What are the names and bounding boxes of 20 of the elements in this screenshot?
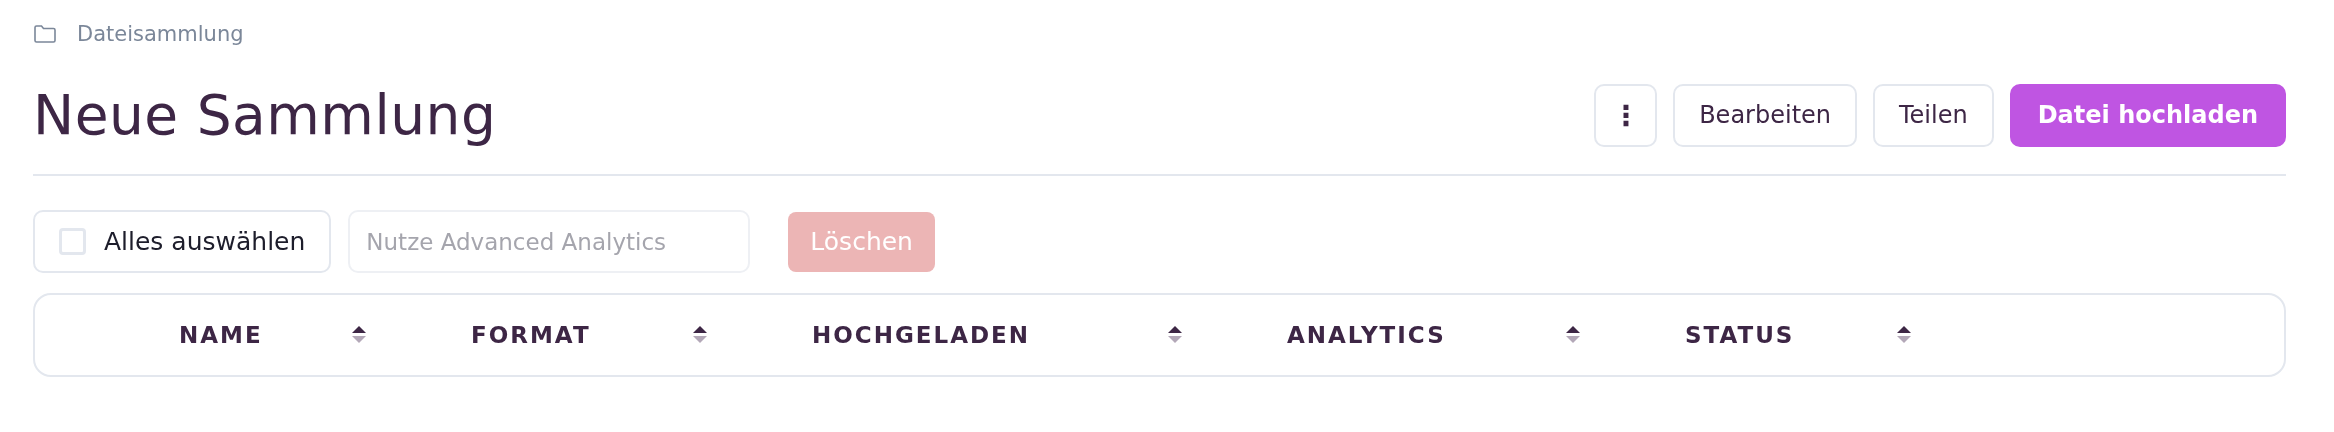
sort-icon[interactable] bbox=[1896, 325, 1912, 345]
more-button[interactable]: ⋮ bbox=[1594, 83, 1658, 147]
sort-icon[interactable] bbox=[1565, 325, 1581, 345]
select-all-control[interactable]: Alles auswählen bbox=[33, 210, 332, 273]
action-button[interactable]: Bearbeiten bbox=[1673, 83, 1857, 147]
action-button[interactable]: Teilen bbox=[1873, 83, 1994, 147]
column-header[interactable]: HOCHGELADEN bbox=[812, 322, 1287, 348]
breadcrumb-link[interactable]: Dateisammlung bbox=[77, 22, 244, 46]
column-header[interactable]: ANALYTICS bbox=[1287, 322, 1685, 348]
sort-icon[interactable] bbox=[692, 325, 708, 345]
sort-icon[interactable] bbox=[1167, 325, 1183, 345]
folder-icon bbox=[33, 24, 57, 44]
column-header[interactable]: NAME bbox=[179, 322, 471, 348]
page-title: Neue Sammlung bbox=[33, 83, 497, 147]
checkbox[interactable] bbox=[59, 228, 86, 255]
sort-icon[interactable] bbox=[351, 325, 367, 345]
analytics-input-field[interactable]: Nutze Advanced Analytics bbox=[348, 210, 751, 273]
column-header[interactable]: FORMAT bbox=[471, 322, 812, 348]
upload-button[interactable]: Datei hochladen bbox=[2009, 83, 2286, 147]
column-header[interactable]: STATUS bbox=[1685, 322, 2016, 348]
